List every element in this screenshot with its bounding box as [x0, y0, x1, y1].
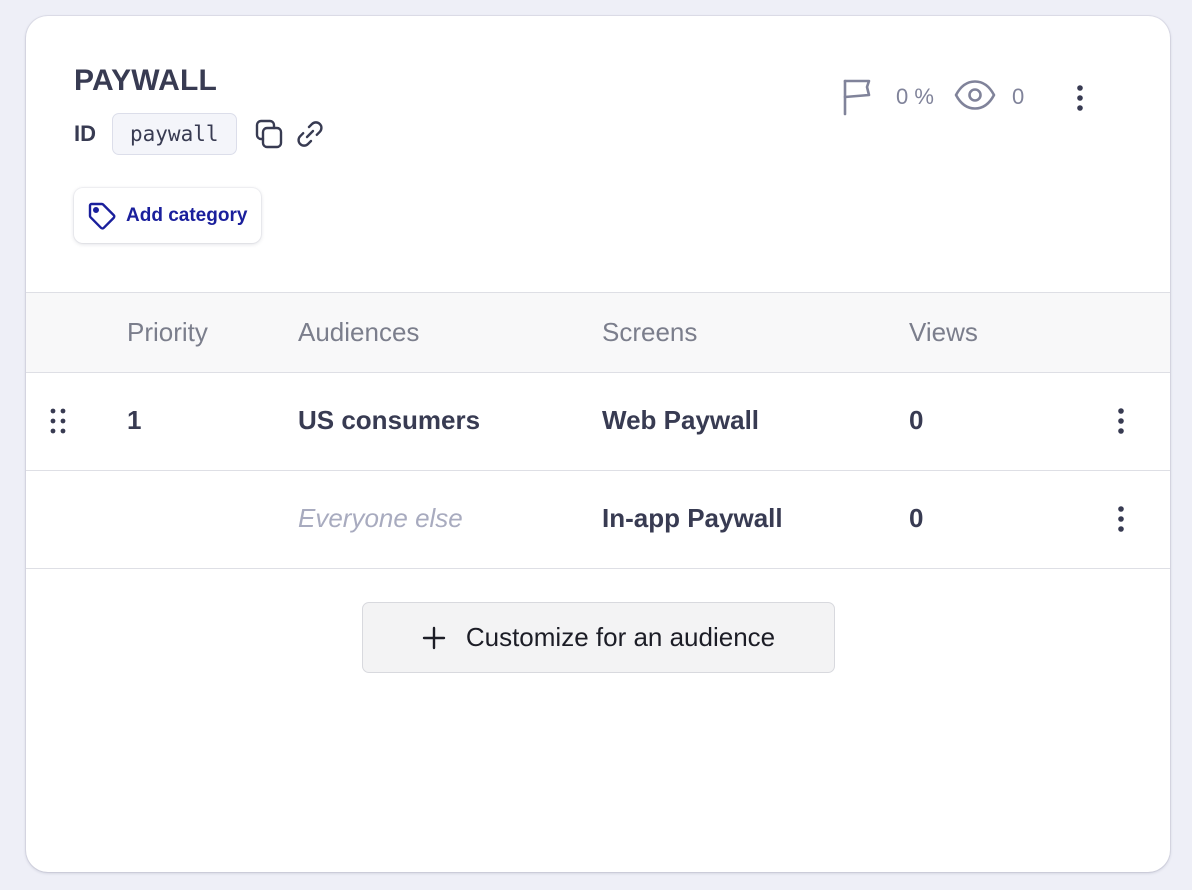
column-header-screens: Screens [602, 317, 698, 347]
plus-icon [422, 626, 446, 650]
row-screen: In-app Paywall [602, 503, 783, 533]
row-screen: Web Paywall [602, 405, 760, 435]
column-header-priority: Priority [127, 317, 208, 347]
id-row: ID paywall [74, 113, 327, 155]
customize-audience-label: Customize for an audience [465, 622, 776, 652]
add-category-button[interactable]: Add category [74, 188, 262, 243]
link-icon[interactable] [293, 117, 327, 151]
column-header-audiences: Audiences [298, 317, 420, 347]
column-header-views: Views [909, 317, 978, 347]
row-views: 0 [909, 503, 924, 533]
row-priority: 1 [127, 405, 142, 435]
customize-audience-button[interactable]: Customize for an audience [362, 602, 835, 673]
views-count: 0 [1012, 84, 1025, 109]
tag-icon [86, 200, 118, 232]
kebab-menu-icon[interactable] [1064, 80, 1096, 116]
row-audience: Everyone else [298, 503, 463, 533]
paywall-title: PAYWALL [74, 64, 218, 97]
id-label: ID [74, 121, 96, 146]
table-row[interactable]: Everyone else In-app Paywall 0 [26, 471, 1170, 569]
flag-icon [840, 76, 876, 121]
row-views: 0 [909, 405, 924, 435]
table-row[interactable]: 1 US consumers Web Paywall 0 [26, 373, 1170, 471]
id-value-chip[interactable]: paywall [112, 113, 237, 155]
kebab-menu-icon[interactable] [1108, 403, 1134, 439]
paywall-card: PAYWALL ID paywall Add category 0 % 0 Pr… [26, 16, 1170, 872]
add-category-label: Add category [126, 204, 248, 226]
drag-handle-icon[interactable] [48, 407, 68, 440]
copy-icon[interactable] [253, 117, 285, 151]
kebab-menu-icon[interactable] [1108, 501, 1134, 537]
traffic-percentage: 0 % [896, 84, 934, 109]
row-audience: US consumers [298, 405, 481, 435]
table-header: Priority Audiences Screens Views [26, 292, 1170, 373]
paywall-stats: 0 % 0 [840, 76, 1170, 120]
eye-icon [954, 78, 996, 117]
